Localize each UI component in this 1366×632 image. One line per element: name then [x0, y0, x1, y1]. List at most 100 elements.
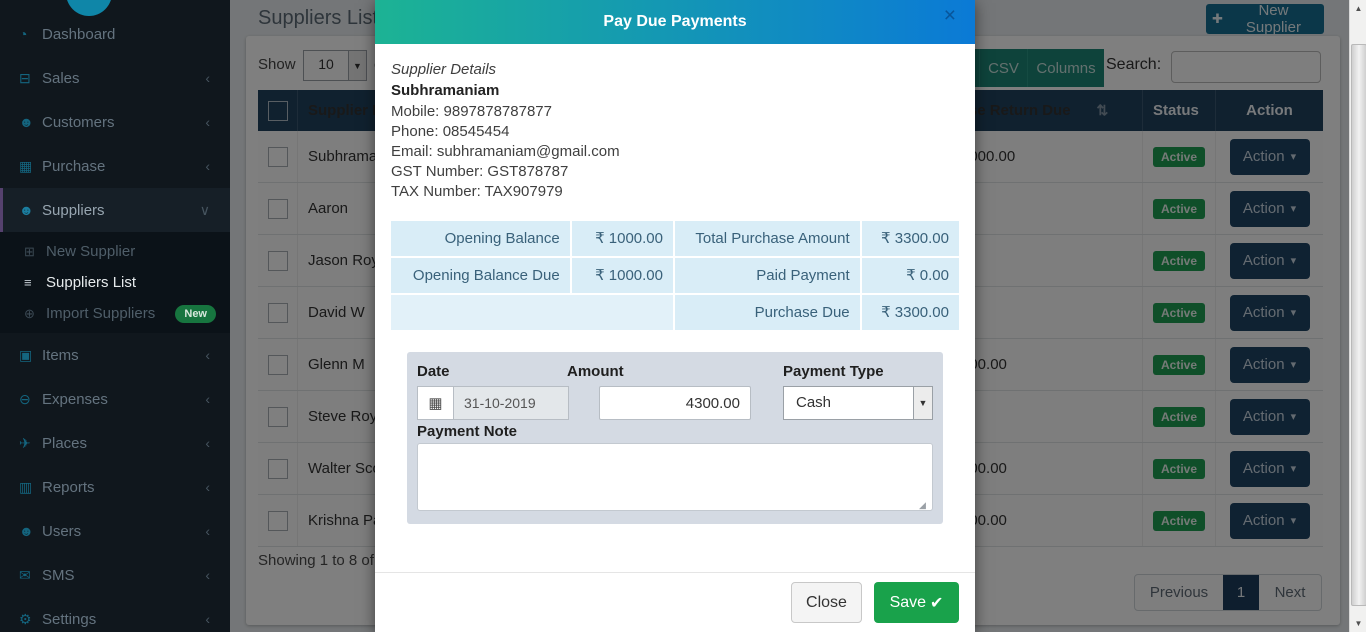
total-purchase-amount-value: ₹ 3300.00	[862, 221, 959, 256]
paid-payment-value: ₹ 0.00	[862, 258, 959, 293]
sidebar-item-users[interactable]: ☻ Users ‹	[0, 509, 230, 553]
app-window: ◔ Dashboard ⊟ Sales ‹ ☻ Customers ‹ ▦ Pu…	[0, 0, 1366, 632]
chevron-left-icon: ‹	[205, 158, 210, 174]
bar-chart-icon: ▥	[19, 479, 42, 496]
sidebar-item-suppliers[interactable]: ☻ Suppliers ∨	[0, 188, 230, 232]
supplier-tax: TAX Number: TAX907979	[391, 183, 563, 200]
scroll-down-icon[interactable]: ▼	[1350, 615, 1366, 632]
sidebar-item-items[interactable]: ▣ Items ‹	[0, 333, 230, 377]
chevron-left-icon: ‹	[205, 70, 210, 86]
sidebar-item-reports[interactable]: ▥ Reports ‹	[0, 465, 230, 509]
date-field-group: ▦	[417, 386, 569, 420]
paper-plane-icon: ✈	[19, 435, 42, 452]
arrow-circle-icon: ⊕	[24, 306, 46, 322]
payment-form-panel: Date Amount Payment Type ▦ Cash ▼ Paymen…	[407, 352, 943, 524]
sidebar-item-places[interactable]: ✈ Places ‹	[0, 421, 230, 465]
suppliers-submenu: ⊞ New Supplier ≡ Suppliers List ⊕ Import…	[0, 232, 230, 333]
sidebar-item-label: Purchase	[42, 158, 105, 175]
sidebar-item-import-suppliers[interactable]: ⊕ Import Suppliers New	[0, 298, 230, 329]
sidebar-item-sales[interactable]: ⊟ Sales ‹	[0, 56, 230, 100]
sidebar: ◔ Dashboard ⊟ Sales ‹ ☻ Customers ‹ ▦ Pu…	[0, 0, 230, 632]
amount-label: Amount	[567, 363, 624, 380]
people-icon: ☻	[19, 114, 42, 130]
sidebar-item-label: Users	[42, 523, 81, 540]
sidebar-item-settings[interactable]: ⚙ Settings ‹	[0, 597, 230, 632]
chevron-left-icon: ‹	[205, 435, 210, 451]
minus-circle-icon: ⊖	[19, 391, 42, 408]
payment-type-value: Cash	[784, 387, 913, 419]
paid-payment-label: Paid Payment	[675, 258, 860, 293]
check-icon: ✔	[930, 593, 943, 613]
sidebar-item-label: Customers	[42, 114, 115, 131]
payment-type-label: Payment Type	[783, 363, 884, 380]
scroll-up-icon[interactable]: ▲	[1350, 0, 1366, 17]
sidebar-item-sms[interactable]: ✉ SMS ‹	[0, 553, 230, 597]
payment-note-textarea[interactable]	[417, 443, 933, 511]
pay-due-payments-modal: Pay Due Payments × Supplier Details Subh…	[375, 0, 975, 632]
sidebar-item-new-supplier[interactable]: ⊞ New Supplier	[0, 236, 230, 267]
date-label: Date	[417, 363, 450, 380]
chevron-left-icon: ‹	[205, 391, 210, 407]
supplier-email: Email: subhramaniam@gmail.com	[391, 143, 620, 160]
balance-table: Opening Balance ₹ 1000.00 Total Purchase…	[391, 221, 959, 332]
empty-cell	[391, 295, 673, 330]
purchase-due-value: ₹ 3300.00	[862, 295, 959, 330]
sidebar-item-label: Reports	[42, 479, 95, 496]
envelope-icon: ✉	[19, 567, 42, 584]
payment-type-select[interactable]: Cash ▼	[783, 386, 933, 420]
chevron-left-icon: ‹	[205, 567, 210, 583]
modal-title: Pay Due Payments	[375, 0, 975, 44]
sidebar-item-label: SMS	[42, 567, 75, 584]
date-input[interactable]	[453, 386, 569, 420]
opening-balance-due-label: Opening Balance Due	[391, 258, 570, 293]
amount-input[interactable]	[599, 386, 751, 420]
sidebar-item-suppliers-list[interactable]: ≡ Suppliers List	[0, 267, 230, 298]
resize-grip-icon: ◢	[919, 500, 926, 511]
chevron-left-icon: ‹	[205, 523, 210, 539]
supplier-gst: GST Number: GST878787	[391, 163, 568, 180]
cart-icon: ⊟	[19, 70, 42, 87]
sidebar-item-label: Places	[42, 435, 87, 452]
dashboard-icon: ◔	[19, 26, 42, 42]
supplier-name: Subhramaniam	[391, 82, 499, 99]
sidebar-item-dashboard[interactable]: ◔ Dashboard	[0, 12, 230, 56]
chevron-down-icon: ∨	[200, 202, 210, 219]
sidebar-item-label: Settings	[42, 611, 96, 628]
supplier-phone: Phone: 08545454	[391, 123, 509, 140]
purchase-due-label: Purchase Due	[675, 295, 860, 330]
supplier-details-heading: Supplier Details	[391, 61, 496, 78]
grid-icon: ▦	[19, 158, 42, 175]
select-caret-icon: ▼	[913, 387, 932, 419]
opening-balance-due-value: ₹ 1000.00	[572, 258, 673, 293]
modal-header: Pay Due Payments ×	[375, 0, 975, 44]
sidebar-item-customers[interactable]: ☻ Customers ‹	[0, 100, 230, 144]
chevron-left-icon: ‹	[205, 114, 210, 130]
modal-footer: Close Save ✔	[375, 572, 975, 632]
vertical-scrollbar[interactable]: ▲ ▼	[1349, 0, 1366, 632]
sidebar-item-purchase[interactable]: ▦ Purchase ‹	[0, 144, 230, 188]
new-badge: New	[175, 305, 216, 323]
close-icon[interactable]: ×	[938, 3, 962, 29]
chevron-left-icon: ‹	[205, 479, 210, 495]
total-purchase-amount-label: Total Purchase Amount	[675, 221, 860, 256]
sidebar-item-label: Dashboard	[42, 26, 115, 43]
payment-note-label: Payment Note	[417, 423, 517, 440]
person-plus-icon: ☻	[19, 202, 42, 218]
opening-balance-value: ₹ 1000.00	[572, 221, 673, 256]
sidebar-item-label: Expenses	[42, 391, 108, 408]
sidebar-item-expenses[interactable]: ⊖ Expenses ‹	[0, 377, 230, 421]
sidebar-item-label: Sales	[42, 70, 80, 87]
scrollbar-thumb[interactable]	[1351, 44, 1366, 606]
sidebar-item-label: Suppliers List	[46, 274, 136, 291]
sidebar-item-label: Import Suppliers	[46, 305, 155, 322]
plus-square-icon: ⊞	[24, 244, 46, 260]
close-button[interactable]: Close	[791, 582, 862, 623]
chevron-left-icon: ‹	[205, 611, 210, 627]
sidebar-item-label: Suppliers	[42, 202, 105, 219]
sidebar-item-label: New Supplier	[46, 243, 135, 260]
save-button[interactable]: Save ✔	[874, 582, 959, 623]
gear-icon: ⚙	[19, 611, 42, 628]
list-icon: ≡	[24, 275, 46, 290]
calendar-icon[interactable]: ▦	[417, 386, 453, 420]
supplier-mobile: Mobile: 9897878787877	[391, 103, 552, 120]
